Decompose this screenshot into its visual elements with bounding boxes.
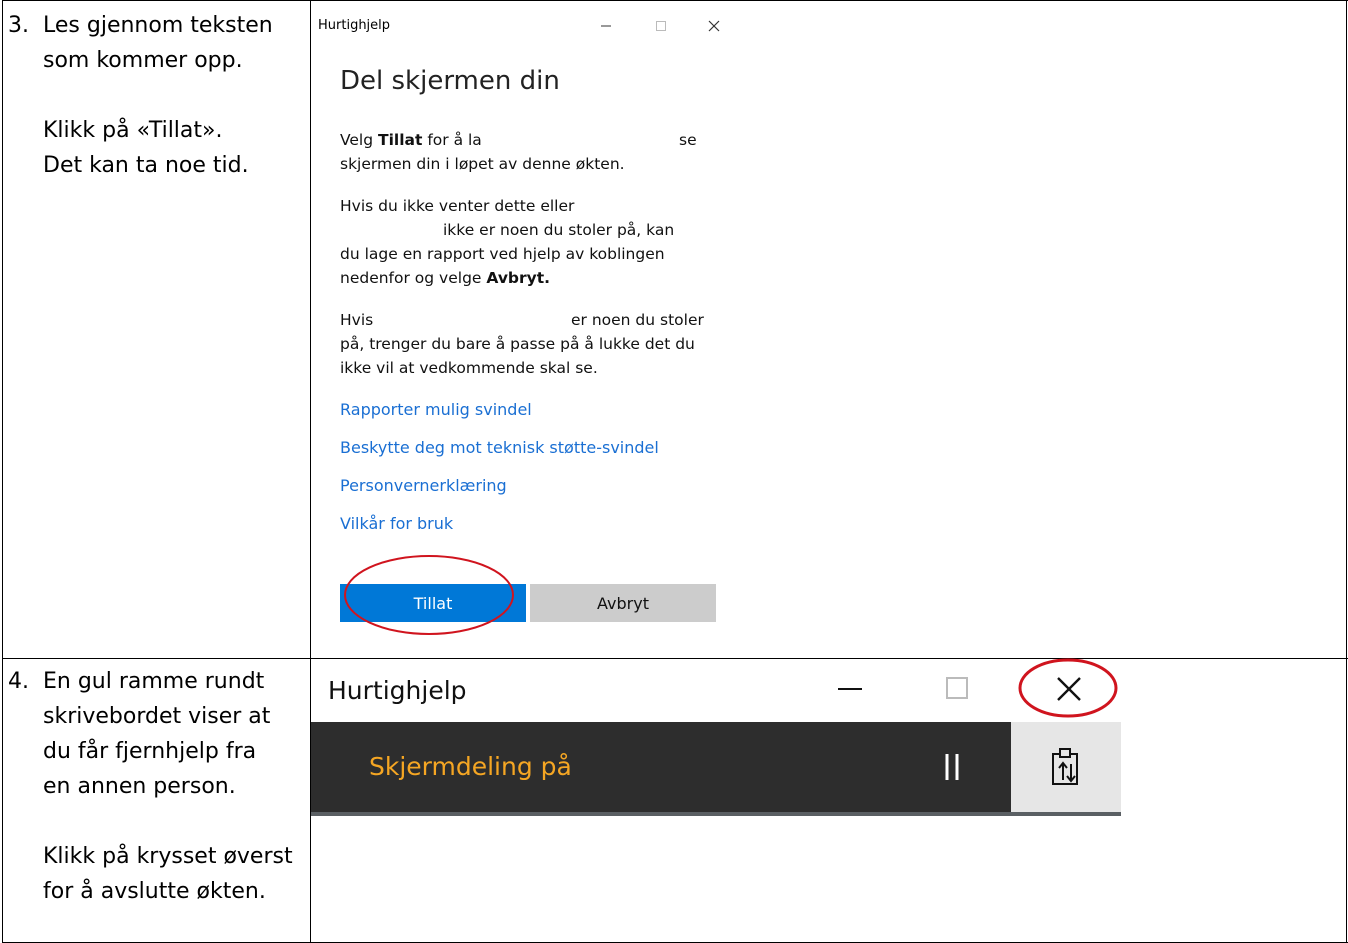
instruction-line: Klikk på krysset øverst — [43, 844, 293, 869]
link-privacy-statement[interactable]: Personvernerklæring — [340, 476, 507, 495]
text-segment: er noen du stoler — [571, 311, 704, 329]
link-report-scam[interactable]: Rapporter mulig svindel — [340, 400, 532, 419]
text-line: skjermen din i løpet av denne økten. — [340, 155, 625, 173]
close-icon — [708, 20, 720, 32]
text-segment: se — [679, 131, 697, 149]
window-title: Hurtighjelp — [328, 676, 467, 705]
status-bar: Skjermdeling på — [311, 722, 1011, 812]
step-3-instructions: 3. Les gjennom teksten som kommer opp. K… — [8, 8, 308, 183]
text-line: på, trenger du bare å passe på å lukke d… — [340, 335, 695, 353]
remote-session-window: Hurtighjelp Skjermdeling på — [311, 660, 1121, 816]
window-title: Hurtighjelp — [318, 18, 391, 33]
highlight-circle — [1018, 658, 1118, 718]
dialog-heading: Del skjermen din — [340, 66, 560, 96]
instruction-line: En gul ramme rundt — [43, 669, 265, 694]
paragraph-warning: Hvis du ikke venter dette eller ikke er … — [340, 194, 710, 290]
paragraph-trust: Hvis er noen du stoler på, trenger du ba… — [340, 308, 710, 380]
text-segment: Hvis — [340, 311, 374, 329]
step-number: 4. — [8, 669, 29, 694]
text-line: du lage en rapport ved hjelp av koblinge… — [340, 245, 665, 263]
instruction-line: en annen person. — [43, 774, 236, 799]
text-line: ikke er noen du stoler på, kan — [443, 221, 675, 239]
text-segment: for å la — [422, 131, 482, 149]
instruction-line: Les gjennom teksten — [43, 13, 273, 38]
maximize-icon — [656, 21, 666, 31]
screen-sharing-status: Skjermdeling på — [369, 752, 572, 781]
instruction-line: som kommer opp. — [43, 48, 243, 73]
instruction-line: skrivebordet viser at — [43, 704, 271, 729]
minimize-icon[interactable] — [837, 679, 863, 699]
minimize-icon — [601, 25, 611, 27]
paragraph-allow: Velg Tillat for å la se skjermen din i l… — [340, 128, 710, 176]
instruction-line: Det kan ta noe tid. — [43, 153, 249, 178]
link-tech-support-scam[interactable]: Beskytte deg mot teknisk støtte-svindel — [340, 438, 659, 457]
table-row-divider — [2, 658, 1348, 659]
text-segment: Velg — [340, 131, 379, 149]
clipboard-transfer-icon[interactable] — [1049, 746, 1085, 788]
instruction-line: du får fjernhjelp fra — [43, 739, 257, 764]
cancel-button[interactable]: Avbryt — [530, 584, 716, 622]
highlight-circle — [344, 555, 514, 635]
text-segment: nedenfor og velge — [340, 269, 487, 287]
instruction-line: Klikk på «Tillat». — [43, 118, 223, 143]
text-line: ikke vil at vedkommende skal se. — [340, 359, 598, 377]
bold-text: Tillat — [378, 131, 423, 149]
minimize-button[interactable] — [591, 14, 621, 38]
table-border-left — [2, 0, 3, 943]
title-bar: Hurtighjelp — [311, 660, 1121, 722]
maximize-button[interactable] — [646, 14, 676, 38]
table-border-top — [2, 0, 1348, 1]
instruction-line: for å avslutte økten. — [43, 879, 266, 904]
table-border-right — [1346, 0, 1347, 943]
close-button[interactable] — [699, 14, 729, 38]
clipboard-panel — [1011, 722, 1121, 812]
link-terms-of-use[interactable]: Vilkår for bruk — [340, 514, 453, 533]
title-bar: Hurtighjelp — [311, 8, 730, 42]
step-number: 3. — [8, 13, 29, 38]
maximize-icon[interactable] — [945, 676, 971, 702]
pause-icon[interactable] — [943, 752, 961, 782]
text-line: Hvis du ikke venter dette eller — [340, 197, 575, 215]
step-4-instructions: 4. En gul ramme rundt skrivebordet viser… — [8, 664, 308, 909]
bold-text: Avbryt. — [486, 269, 551, 287]
